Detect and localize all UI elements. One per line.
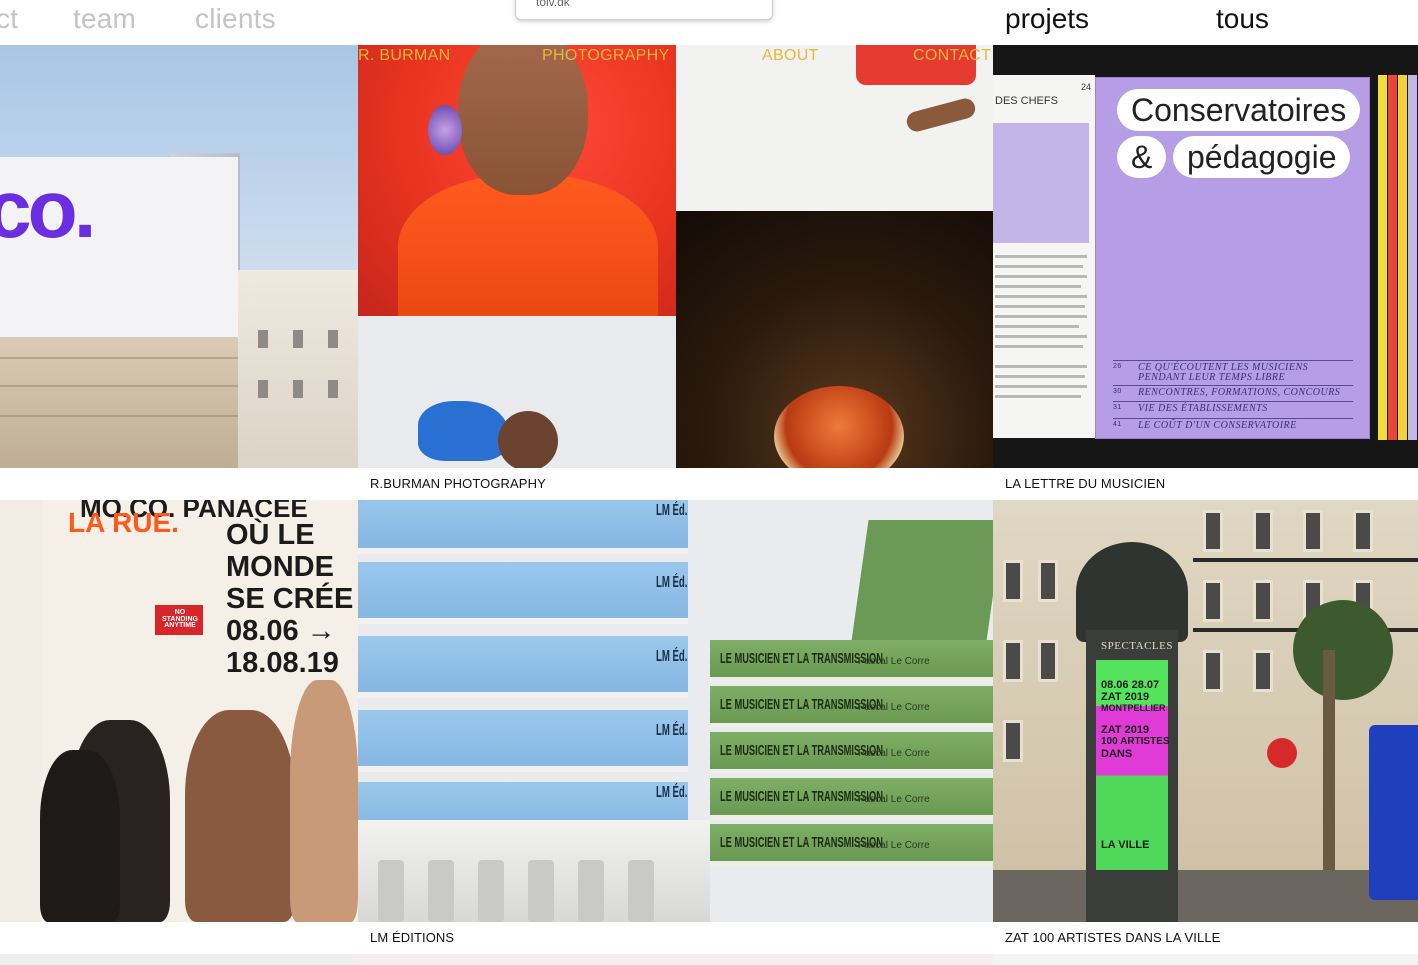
green-book: LE MUSICIEN ET LA TRANSMISSION Pascal Le… bbox=[710, 640, 993, 682]
background-house bbox=[238, 270, 358, 468]
toc-entry: LE COÛT D'UN CONSERVATOIRE bbox=[1138, 420, 1297, 431]
poster-left-edge bbox=[0, 500, 42, 922]
photo-blue-jacket bbox=[358, 316, 676, 468]
blue-book bbox=[358, 710, 688, 772]
project-tile-rburman[interactable]: R. BURMAN PHOTOGRAPHY ABOUT CONTACT bbox=[358, 45, 993, 468]
burman-nav-photography: PHOTOGRAPHY bbox=[542, 47, 670, 64]
burman-nav-about: ABOUT bbox=[762, 47, 819, 64]
blue-book-label: LM Éd. bbox=[656, 648, 688, 665]
green-book: LE MUSICIEN ET LA TRANSMISSION Pascal Le… bbox=[710, 732, 993, 774]
blue-tram bbox=[1369, 725, 1418, 900]
magazine-spine bbox=[1408, 75, 1417, 440]
nav-link-contact[interactable]: ct bbox=[0, 3, 18, 35]
poster-line: SE CRÉE bbox=[226, 583, 354, 615]
moco-logo: co. bbox=[0, 164, 97, 255]
poster-line: 18.08.19 bbox=[226, 647, 339, 679]
toc-entry: PENDANT LEUR TEMPS LIBRE bbox=[1138, 372, 1286, 383]
building-base bbox=[0, 337, 238, 468]
url-tooltip-text: tolv.dk bbox=[536, 0, 570, 9]
passerby bbox=[40, 750, 120, 922]
magazine-spine bbox=[1388, 75, 1397, 440]
toc-entry: RENCONTRES, FORMATIONS, CONCOURS bbox=[1138, 387, 1341, 398]
poster-line: MONDE bbox=[226, 551, 334, 583]
earring-flower bbox=[428, 105, 462, 155]
project-tile-moco-posters[interactable]: MO.CO. PANACÉE LA RUE. OÙ LE MONDE SE CR… bbox=[0, 500, 358, 922]
blue-book bbox=[358, 636, 688, 698]
portrait-orange bbox=[358, 45, 676, 335]
toc-entry: VIE DES ÉTABLISSEMENTS bbox=[1138, 403, 1268, 414]
street-ground bbox=[993, 870, 1418, 922]
no-standing-sign-text: NO STANDING ANYTIME bbox=[161, 609, 199, 630]
inner-page-heading: DES CHEFS bbox=[995, 95, 1058, 107]
filter-link-tous[interactable]: tous bbox=[1216, 3, 1269, 35]
poster-line: LA RUE. bbox=[68, 507, 179, 538]
next-row-tile[interactable] bbox=[0, 954, 358, 965]
project-tile-lettre-du-musicien[interactable]: DES CHEFS 24 Conservatoires & pédagogie … bbox=[993, 45, 1418, 468]
poster-person bbox=[290, 680, 358, 922]
blue-book-label: LM Éd. bbox=[656, 722, 688, 739]
next-row-tile[interactable] bbox=[993, 954, 1418, 965]
photo-red-dress bbox=[676, 45, 993, 211]
burman-site-name: R. BURMAN bbox=[358, 47, 451, 64]
burman-nav-contact: CONTACT bbox=[913, 47, 992, 64]
no-entry-sign bbox=[1267, 738, 1297, 768]
project-tile-moco-building[interactable]: co. bbox=[0, 45, 358, 468]
magazine-spine bbox=[1378, 75, 1387, 440]
column-heading: SPECTACLES bbox=[1101, 640, 1173, 652]
blue-book bbox=[358, 562, 688, 624]
nav-link-team[interactable]: team bbox=[73, 3, 136, 35]
cover-title-line2: pédagogie bbox=[1173, 136, 1351, 178]
cover-title-line1: Conservatoires bbox=[1117, 89, 1361, 131]
nav-link-clients[interactable]: clients bbox=[195, 3, 276, 35]
magazine-spine bbox=[1398, 75, 1407, 440]
top-nav-bar: ct team clients tolv.dk projets tous bbox=[0, 0, 1418, 45]
blue-book-label: LM Éd. bbox=[656, 502, 688, 519]
url-tooltip: tolv.dk bbox=[515, 0, 773, 20]
caption-lm-editions[interactable]: LM ÉDITIONS bbox=[370, 930, 454, 945]
green-book: LE MUSICIEN ET LA TRANSMISSION Pascal Le… bbox=[710, 824, 993, 866]
europe-map bbox=[993, 123, 1089, 243]
inner-page-number: 24 bbox=[1081, 82, 1092, 92]
blue-book-label: LM Éd. bbox=[656, 574, 688, 591]
caption-rburman[interactable]: R.BURMAN PHOTOGRAPHY bbox=[370, 476, 546, 491]
poster-line: 08.06 → bbox=[226, 615, 336, 647]
photo-fruit bbox=[676, 211, 993, 468]
project-tile-lm-editions[interactable]: LM Éd. LM Éd. LM Éd. LM Éd. LM Éd. LE MU… bbox=[358, 500, 993, 922]
blue-book bbox=[358, 500, 688, 554]
blue-book-label: LM Éd. bbox=[656, 784, 688, 801]
green-book: LE MUSICIEN ET LA TRANSMISSION Pascal Le… bbox=[710, 686, 993, 728]
nav-link-projets[interactable]: projets bbox=[1005, 3, 1089, 35]
project-tile-zat[interactable]: SPECTACLES 08.06 28.07 ZAT 2019 MONTPELL… bbox=[993, 500, 1418, 922]
cover-title-amp: & bbox=[1117, 136, 1167, 178]
poster-line: OÙ LE bbox=[226, 519, 315, 551]
caption-lettre-du-musicien[interactable]: LA LETTRE DU MUSICIEN bbox=[1005, 476, 1165, 491]
poster-person bbox=[185, 710, 295, 922]
green-book: LE MUSICIEN ET LA TRANSMISSION Pascal Le… bbox=[710, 778, 993, 820]
palm-tree bbox=[1293, 600, 1393, 700]
morris-column-top bbox=[1076, 542, 1188, 642]
caption-zat[interactable]: ZAT 100 ARTISTES DANS LA VILLE bbox=[1005, 930, 1220, 945]
next-row-tile[interactable] bbox=[358, 954, 993, 965]
